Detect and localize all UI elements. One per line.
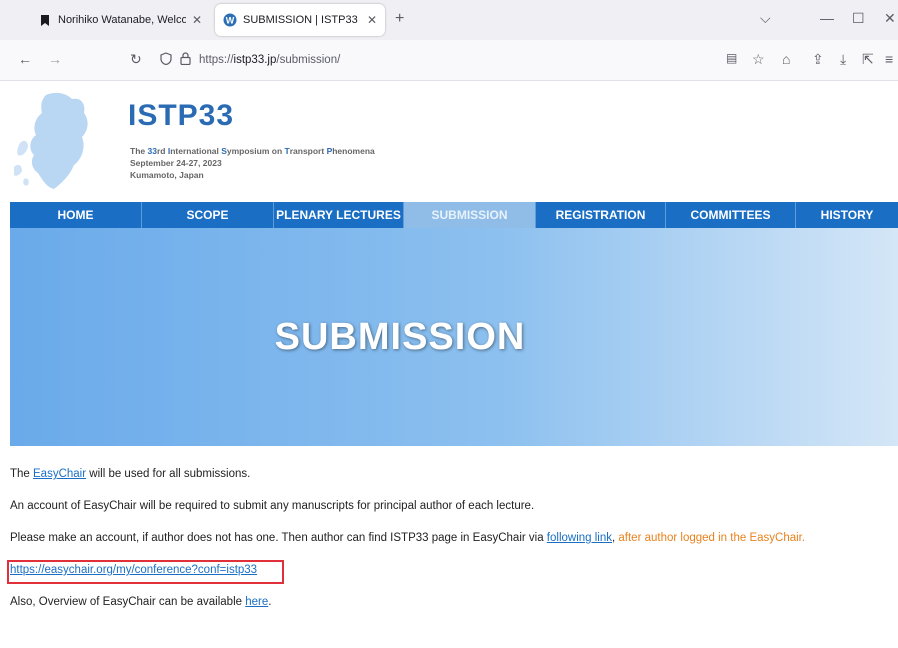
bookmark-icon — [38, 13, 52, 27]
url-host: istp33.jp — [233, 54, 277, 66]
symposium-dates: September 24-27, 2023 — [130, 158, 222, 168]
menu-item-history[interactable]: HISTORY — [796, 202, 898, 228]
symposium-name: The 33rd International Symposium on Tran… — [130, 146, 375, 156]
tab-bar: Norihiko Watanabe, Welcome t ✕ W SUBMISS… — [0, 0, 898, 40]
reader-view-icon[interactable]: ▤ — [726, 51, 737, 65]
tab-list-chevron-icon[interactable]: ⌵ — [760, 10, 771, 27]
menu-item-plenary-lectures[interactable]: PLENARY LECTURES — [274, 202, 404, 228]
menu-item-home[interactable]: HOME — [10, 202, 142, 228]
menu-item-submission[interactable]: SUBMISSION — [404, 202, 536, 228]
hero-banner: SUBMISSION — [10, 228, 898, 446]
paragraph-account: An account of EasyChair will be required… — [10, 500, 535, 512]
hero-title: SUBMISSION — [274, 316, 526, 358]
tab-title: SUBMISSION | ISTP33 — [243, 14, 358, 26]
paragraph-overview: Also, Overview of EasyChair can be avail… — [10, 596, 272, 608]
following-link[interactable]: following link — [547, 532, 612, 544]
download-icon[interactable]: ⤓ — [840, 51, 846, 68]
close-tab-icon[interactable]: ✕ — [367, 13, 377, 27]
logged-in-note: after author logged in the EasyChair. — [618, 532, 806, 544]
bookmark-star-icon[interactable]: ☆ — [752, 51, 765, 68]
forward-button[interactable]: → — [48, 51, 62, 67]
minimize-button[interactable]: — — [820, 10, 834, 26]
here-link[interactable]: here — [245, 596, 268, 608]
back-button[interactable]: ← — [18, 51, 32, 67]
easychair-link[interactable]: EasyChair — [33, 468, 86, 480]
menu-item-registration[interactable]: REGISTRATION — [536, 202, 666, 228]
nav-bar: ← → ↻ https://istp33.jp/submission/ ▤ ☆ … — [0, 40, 898, 81]
paragraph-instructions: Please make an account, if author does n… — [10, 532, 806, 544]
extensions-icon[interactable]: ⇪ — [812, 51, 824, 68]
lock-icon — [180, 52, 191, 68]
symposium-location: Kumamoto, Japan — [130, 170, 204, 180]
share-icon[interactable]: ⇱ — [862, 51, 874, 68]
url-bar[interactable]: https://istp33.jp/submission/ — [160, 46, 720, 74]
site-title[interactable]: ISTP33 — [128, 99, 234, 133]
url-prefix: https:// — [199, 54, 234, 66]
maximize-button[interactable]: ☐ — [852, 10, 865, 27]
site-header: ISTP33 The 33rd International Symposium … — [10, 81, 898, 201]
menu-icon[interactable]: ≡ — [885, 51, 893, 67]
wordpress-icon: W — [223, 13, 237, 27]
tab-norihiko[interactable]: Norihiko Watanabe, Welcome t ✕ — [30, 4, 210, 36]
reload-button[interactable]: ↻ — [130, 51, 142, 68]
menu-item-committees[interactable]: COMMITTEES — [666, 202, 796, 228]
svg-text:W: W — [226, 16, 235, 26]
home-icon[interactable]: ⌂ — [782, 51, 790, 67]
site-subtitle: The 33rd International Symposium on Tran… — [130, 145, 375, 181]
main-menu: HOME SCOPE PLENARY LECTURES SUBMISSION R… — [10, 202, 898, 228]
highlight-box — [7, 560, 284, 584]
new-tab-button[interactable]: + — [395, 10, 404, 28]
kyushu-map-logo — [14, 92, 88, 189]
close-tab-icon[interactable]: ✕ — [192, 13, 202, 27]
tab-submission[interactable]: W SUBMISSION | ISTP33 ✕ — [215, 4, 385, 36]
tab-title: Norihiko Watanabe, Welcome t — [58, 14, 186, 26]
menu-item-scope[interactable]: SCOPE — [142, 202, 274, 228]
shield-icon — [160, 52, 172, 68]
close-window-button[interactable]: ✕ — [884, 10, 896, 27]
paragraph-easychair: The EasyChair will be used for all submi… — [10, 468, 251, 480]
url-path: /submission/ — [276, 54, 341, 66]
